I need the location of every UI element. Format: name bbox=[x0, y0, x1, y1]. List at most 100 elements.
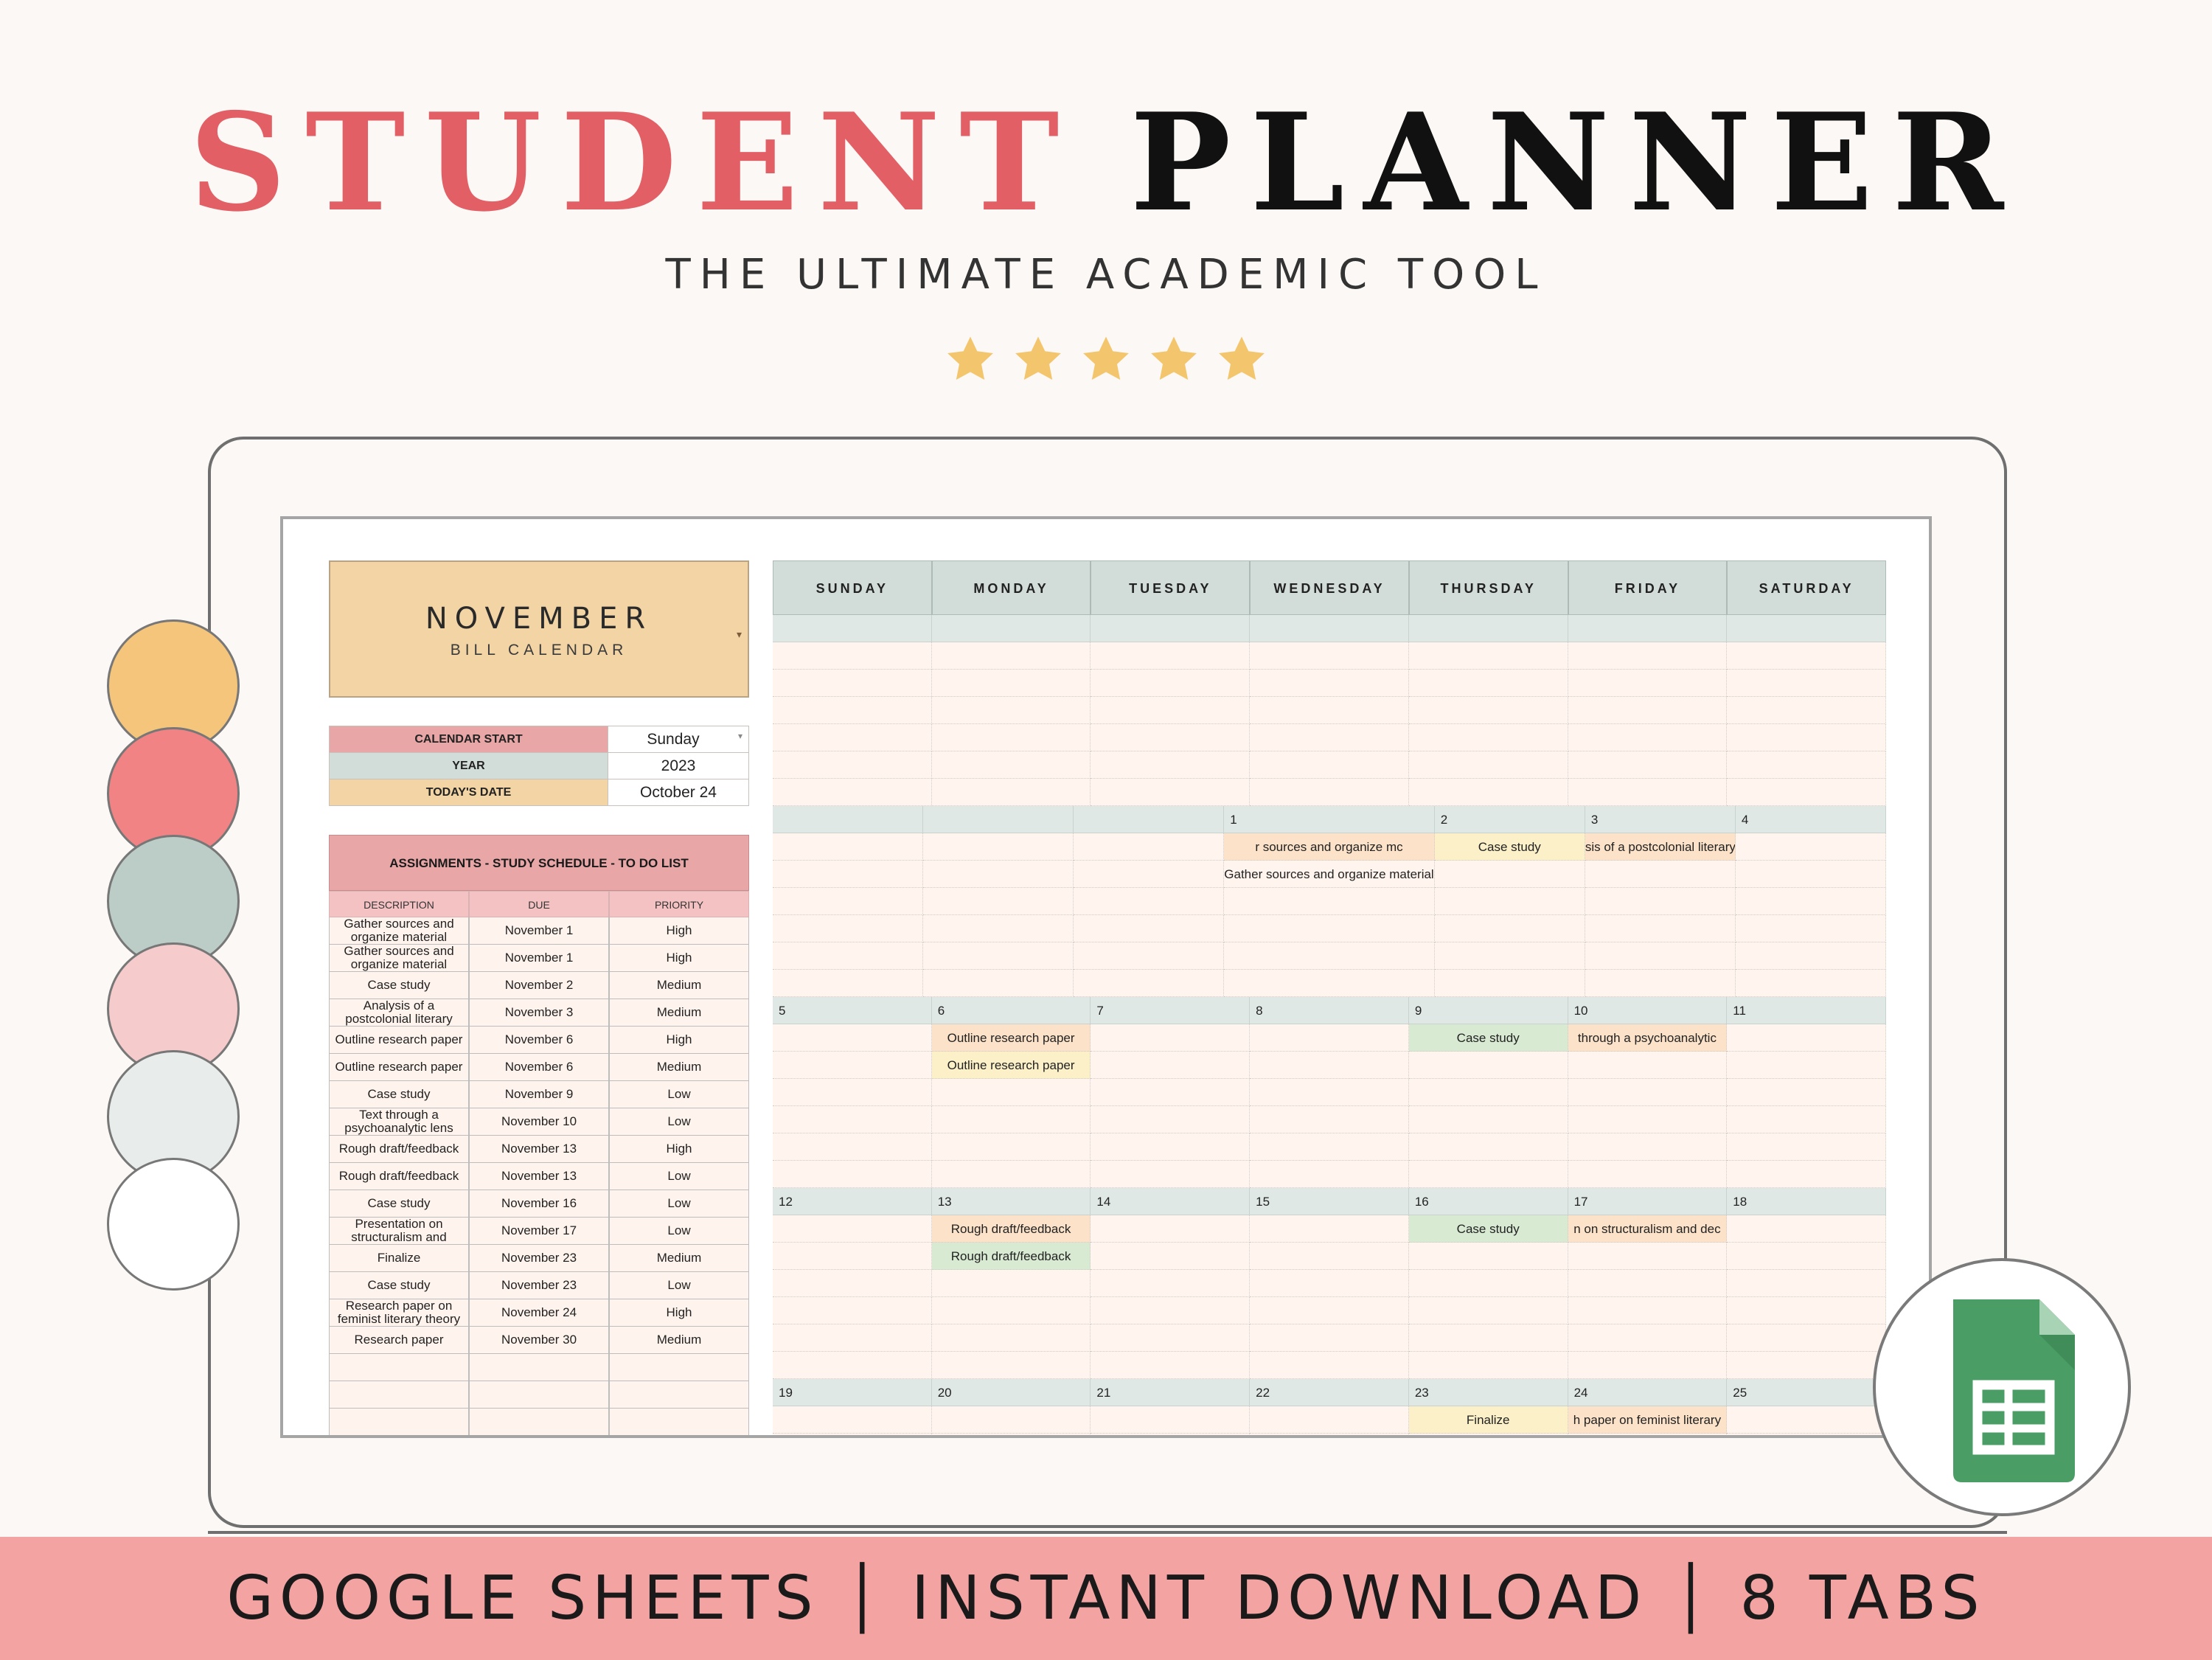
calendar-slot[interactable] bbox=[1568, 670, 1728, 697]
calendar-event[interactable]: Case study bbox=[1408, 1215, 1568, 1243]
calendar-event[interactable]: Outline research paper bbox=[931, 1052, 1091, 1079]
calendar-slot[interactable] bbox=[931, 697, 1091, 724]
date-cell[interactable]: 1 bbox=[1224, 806, 1435, 833]
setting-value[interactable]: Sunday ▾ bbox=[608, 726, 749, 753]
calendar-slot[interactable] bbox=[1408, 1352, 1568, 1379]
calendar-slot[interactable] bbox=[923, 915, 1074, 942]
calendar-slot[interactable] bbox=[1727, 1352, 1886, 1379]
date-cell[interactable] bbox=[1091, 615, 1251, 642]
calendar-slot[interactable] bbox=[1074, 888, 1225, 915]
calendar-slot[interactable] bbox=[1568, 697, 1728, 724]
calendar-slot[interactable] bbox=[1224, 888, 1435, 915]
calendar-slot[interactable] bbox=[1091, 1324, 1251, 1352]
calendar-slot[interactable] bbox=[1408, 1324, 1568, 1352]
cell-due[interactable]: November 23 bbox=[469, 1245, 609, 1272]
calendar-slot[interactable] bbox=[1434, 915, 1585, 942]
date-cell[interactable]: 14 bbox=[1091, 1188, 1251, 1215]
calendar-event[interactable]: Case study bbox=[1434, 833, 1585, 861]
cell-description[interactable]: Outline research paper bbox=[329, 1054, 469, 1081]
calendar-slot[interactable] bbox=[1727, 724, 1886, 751]
calendar-slot[interactable] bbox=[1091, 1352, 1251, 1379]
cell-description[interactable]: Presentation on structuralism and bbox=[329, 1218, 469, 1245]
cell-due[interactable] bbox=[469, 1381, 609, 1409]
calendar-slot[interactable] bbox=[1408, 751, 1568, 779]
calendar-slot[interactable] bbox=[1568, 1243, 1728, 1270]
date-cell[interactable]: 9 bbox=[1408, 997, 1568, 1024]
calendar-slot[interactable] bbox=[931, 1106, 1091, 1133]
calendar-slot[interactable] bbox=[1408, 1133, 1568, 1161]
cell-due[interactable]: November 6 bbox=[469, 1027, 609, 1054]
calendar-slot[interactable] bbox=[773, 1106, 932, 1133]
calendar-slot[interactable] bbox=[1727, 1133, 1886, 1161]
calendar-slot[interactable] bbox=[1735, 861, 1886, 888]
date-cell[interactable]: 2 bbox=[1434, 806, 1585, 833]
calendar-event[interactable]: n on structuralism and dec bbox=[1568, 1215, 1728, 1243]
calendar-slot[interactable] bbox=[1091, 697, 1251, 724]
calendar-slot[interactable] bbox=[1735, 915, 1886, 942]
calendar-slot[interactable] bbox=[773, 642, 932, 670]
calendar-slot[interactable] bbox=[923, 888, 1074, 915]
calendar-slot[interactable] bbox=[1434, 970, 1585, 997]
calendar-slot[interactable] bbox=[1250, 1161, 1409, 1188]
calendar-slot[interactable] bbox=[1434, 861, 1585, 888]
calendar-slot[interactable] bbox=[1568, 1052, 1728, 1079]
date-cell[interactable]: 10 bbox=[1568, 997, 1728, 1024]
cell-priority[interactable]: Medium bbox=[609, 1245, 749, 1272]
calendar-slot[interactable] bbox=[1224, 915, 1435, 942]
calendar-slot[interactable] bbox=[1250, 779, 1409, 806]
calendar-slot[interactable] bbox=[1250, 751, 1409, 779]
calendar-slot[interactable] bbox=[773, 1079, 932, 1106]
calendar-slot[interactable] bbox=[1568, 1434, 1728, 1435]
cell-priority[interactable]: Low bbox=[609, 1108, 749, 1136]
cell-due[interactable]: November 16 bbox=[469, 1190, 609, 1218]
calendar-slot[interactable] bbox=[1091, 1024, 1251, 1052]
calendar-slot[interactable] bbox=[1250, 1106, 1409, 1133]
date-cell[interactable]: 19 bbox=[773, 1379, 932, 1406]
calendar-slot[interactable] bbox=[773, 1243, 932, 1270]
calendar-slot[interactable] bbox=[1250, 697, 1409, 724]
calendar-event[interactable]: Finalize bbox=[1408, 1406, 1568, 1434]
calendar-slot[interactable] bbox=[1074, 861, 1225, 888]
calendar-slot[interactable] bbox=[1727, 1243, 1886, 1270]
calendar-slot[interactable] bbox=[1735, 970, 1886, 997]
calendar-slot[interactable] bbox=[931, 751, 1091, 779]
calendar-slot[interactable] bbox=[931, 779, 1091, 806]
date-cell[interactable]: 25 bbox=[1727, 1379, 1886, 1406]
date-cell[interactable]: 5 bbox=[773, 997, 932, 1024]
calendar-event[interactable]: Rough draft/feedback bbox=[931, 1215, 1091, 1243]
date-cell[interactable] bbox=[1250, 615, 1409, 642]
setting-value[interactable]: 2023 bbox=[608, 752, 749, 779]
cell-priority[interactable] bbox=[609, 1354, 749, 1381]
cell-due[interactable]: November 1 bbox=[469, 945, 609, 972]
chevron-down-icon[interactable]: ▾ bbox=[738, 731, 742, 741]
date-cell[interactable]: 16 bbox=[1408, 1188, 1568, 1215]
calendar-slot[interactable] bbox=[1568, 1297, 1728, 1324]
cell-priority[interactable]: High bbox=[609, 1299, 749, 1327]
calendar-event[interactable]: r sources and organize mc bbox=[1224, 833, 1435, 861]
date-cell[interactable]: 22 bbox=[1250, 1379, 1409, 1406]
calendar-slot[interactable] bbox=[1568, 724, 1728, 751]
date-cell[interactable]: 20 bbox=[931, 1379, 1091, 1406]
cell-description[interactable]: Rough draft/feedback bbox=[329, 1136, 469, 1163]
calendar-slot[interactable] bbox=[1408, 1161, 1568, 1188]
calendar-slot[interactable] bbox=[773, 888, 924, 915]
calendar-slot[interactable] bbox=[931, 642, 1091, 670]
calendar-slot[interactable] bbox=[1727, 642, 1886, 670]
date-cell[interactable] bbox=[773, 615, 932, 642]
calendar-slot[interactable] bbox=[1408, 1434, 1568, 1435]
calendar-slot[interactable] bbox=[1091, 1215, 1251, 1243]
cell-description[interactable] bbox=[329, 1409, 469, 1435]
cell-priority[interactable]: High bbox=[609, 945, 749, 972]
date-cell[interactable] bbox=[1074, 806, 1225, 833]
calendar-slot[interactable] bbox=[1074, 970, 1225, 997]
cell-due[interactable]: November 2 bbox=[469, 972, 609, 999]
calendar-slot[interactable] bbox=[1727, 751, 1886, 779]
date-cell[interactable] bbox=[923, 806, 1074, 833]
cell-priority[interactable]: Medium bbox=[609, 1327, 749, 1354]
calendar-slot[interactable] bbox=[773, 1133, 932, 1161]
calendar-slot[interactable] bbox=[1250, 1434, 1409, 1435]
calendar-slot[interactable] bbox=[1091, 1079, 1251, 1106]
calendar-slot[interactable] bbox=[1224, 970, 1435, 997]
calendar-slot[interactable] bbox=[1727, 1079, 1886, 1106]
date-cell[interactable]: 3 bbox=[1585, 806, 1736, 833]
